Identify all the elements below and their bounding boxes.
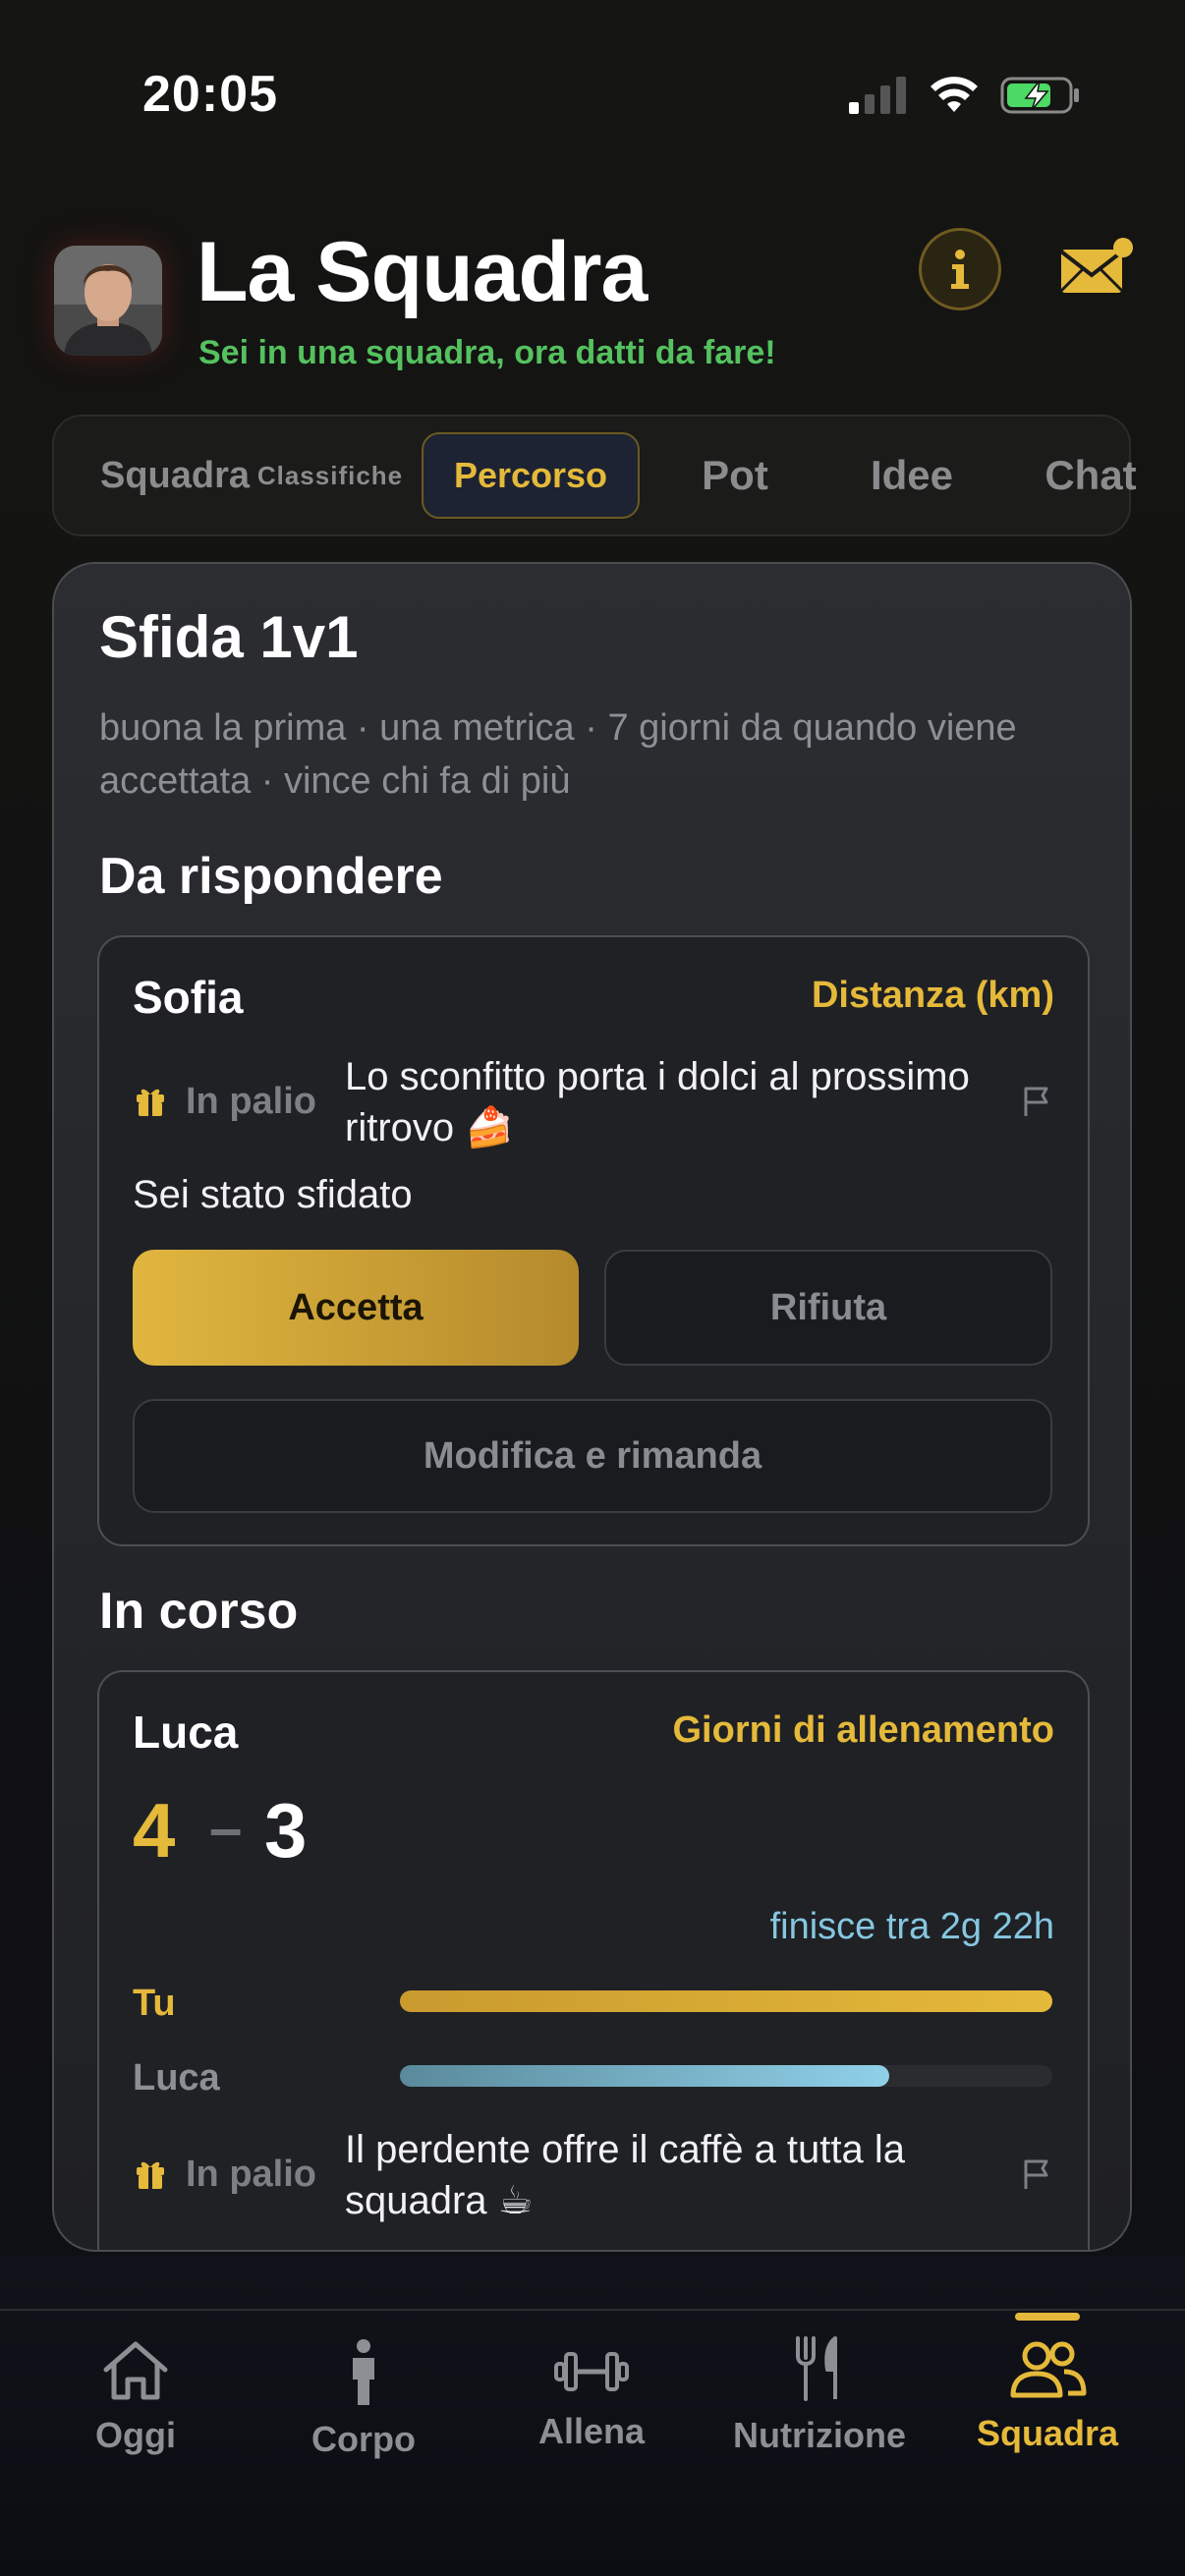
report-flag-icon[interactable]: [1021, 2157, 1052, 2191]
prize-text: Lo sconfitto porta i dolci al prossimo r…: [345, 1055, 970, 1149]
score-opponent: 3: [264, 1787, 308, 1874]
ongoing-opponent-name: Luca: [133, 1707, 239, 1758]
challenge-title: Sfida 1v1: [99, 604, 359, 670]
ongoing-challenge-card: Luca Giorni di allenamento 4 – 3 finisce…: [97, 1670, 1090, 2250]
info-button[interactable]: [919, 228, 1001, 310]
ends-in: finisce tra 2g 22h: [769, 1906, 1054, 1947]
ongoing-metric: Giorni di allenamento: [672, 1709, 1055, 1751]
report-flag-icon[interactable]: [1021, 1085, 1052, 1118]
person-icon: [353, 2339, 374, 2405]
section-tabs: Squadra Classifiche Percorso Pot Idee Ch…: [52, 415, 1137, 536]
score-separator: –: [209, 1795, 243, 1861]
prize-label: In palio: [186, 1081, 316, 1122]
nav-label-oggi: Oggi: [95, 2415, 176, 2455]
score-me: 4: [133, 1787, 176, 1874]
progress-bar-opponent: [400, 2065, 889, 2087]
nav-allena[interactable]: Allena: [483, 2344, 700, 2452]
gift-icon: [137, 2161, 164, 2189]
challenge-description: buona la prima · una metrica · 7 giorni …: [99, 707, 1017, 802]
info-icon: [951, 250, 969, 289]
tab-bar-divider: [0, 2309, 1185, 2311]
challenge-metric: Distanza (km): [811, 975, 1054, 1016]
cellular-signal-icon: [849, 77, 906, 114]
ongoing-heading: In corso: [99, 1583, 299, 1640]
utensils-icon: [796, 2336, 837, 2401]
nav-label-allena: Allena: [537, 2411, 646, 2451]
active-tab-indicator: [1015, 2313, 1080, 2321]
pending-challenge-card: Sofia Distanza (km) In palio Lo sconfitt…: [97, 935, 1090, 1546]
nav-nutrizione[interactable]: Nutrizione: [711, 2334, 928, 2456]
nav-label-nutrizione: Nutrizione: [733, 2415, 906, 2455]
nav-label-corpo: Corpo: [311, 2419, 416, 2459]
nav-corpo[interactable]: Corpo: [255, 2338, 472, 2460]
opponent-name: Sofia: [133, 972, 244, 1023]
nav-oggi[interactable]: Oggi: [28, 2338, 244, 2456]
notification-dot: [1113, 238, 1133, 257]
progress-track-me: [400, 1990, 1052, 2012]
progress-bar-me: [400, 1990, 1052, 2012]
page-title: La Squadra: [197, 225, 648, 319]
ongoing-prize-label: In palio: [186, 2154, 316, 2195]
accept-button[interactable]: Accetta: [133, 1250, 579, 1366]
tab-chat[interactable]: Chat: [999, 417, 1182, 534]
dumbbell-icon: [554, 2352, 629, 2391]
modify-resend-button[interactable]: Modifica e rimanda: [133, 1399, 1052, 1513]
avatar[interactable]: [54, 246, 162, 356]
tab-pot[interactable]: Pot: [644, 417, 826, 534]
nav-label-squadra: Squadra: [976, 2413, 1119, 2453]
ongoing-prize-text: Il perdente offre il caffè a tutta la sq…: [345, 2128, 905, 2222]
progress-label-me: Tu: [133, 1983, 176, 2024]
battery-charging-icon: [1000, 77, 1079, 114]
people-icon: [1010, 2341, 1087, 2398]
tab-idee[interactable]: Idee: [818, 417, 1005, 534]
to-answer-heading: Da rispondere: [99, 848, 443, 905]
challenge-status: Sei stato sfidato: [133, 1173, 413, 1216]
tab-classifiche[interactable]: Classifiche: [237, 417, 423, 534]
status-time: 20:05: [142, 66, 278, 123]
progress-label-opponent: Luca: [133, 2057, 220, 2099]
reject-button[interactable]: Rifiuta: [604, 1250, 1052, 1366]
wifi-icon: [931, 77, 978, 112]
tab-percorso[interactable]: Percorso: [422, 432, 640, 519]
page-subtitle: Sei in una squadra, ora datti da fare!: [198, 334, 776, 371]
progress-track-opponent: [400, 2065, 1052, 2087]
home-icon: [103, 2341, 168, 2400]
challenge-card: Sfida 1v1 buona la prima · una metrica ·…: [52, 562, 1132, 2252]
gift-icon: [137, 1089, 164, 1116]
nav-squadra[interactable]: Squadra: [939, 2338, 1156, 2454]
